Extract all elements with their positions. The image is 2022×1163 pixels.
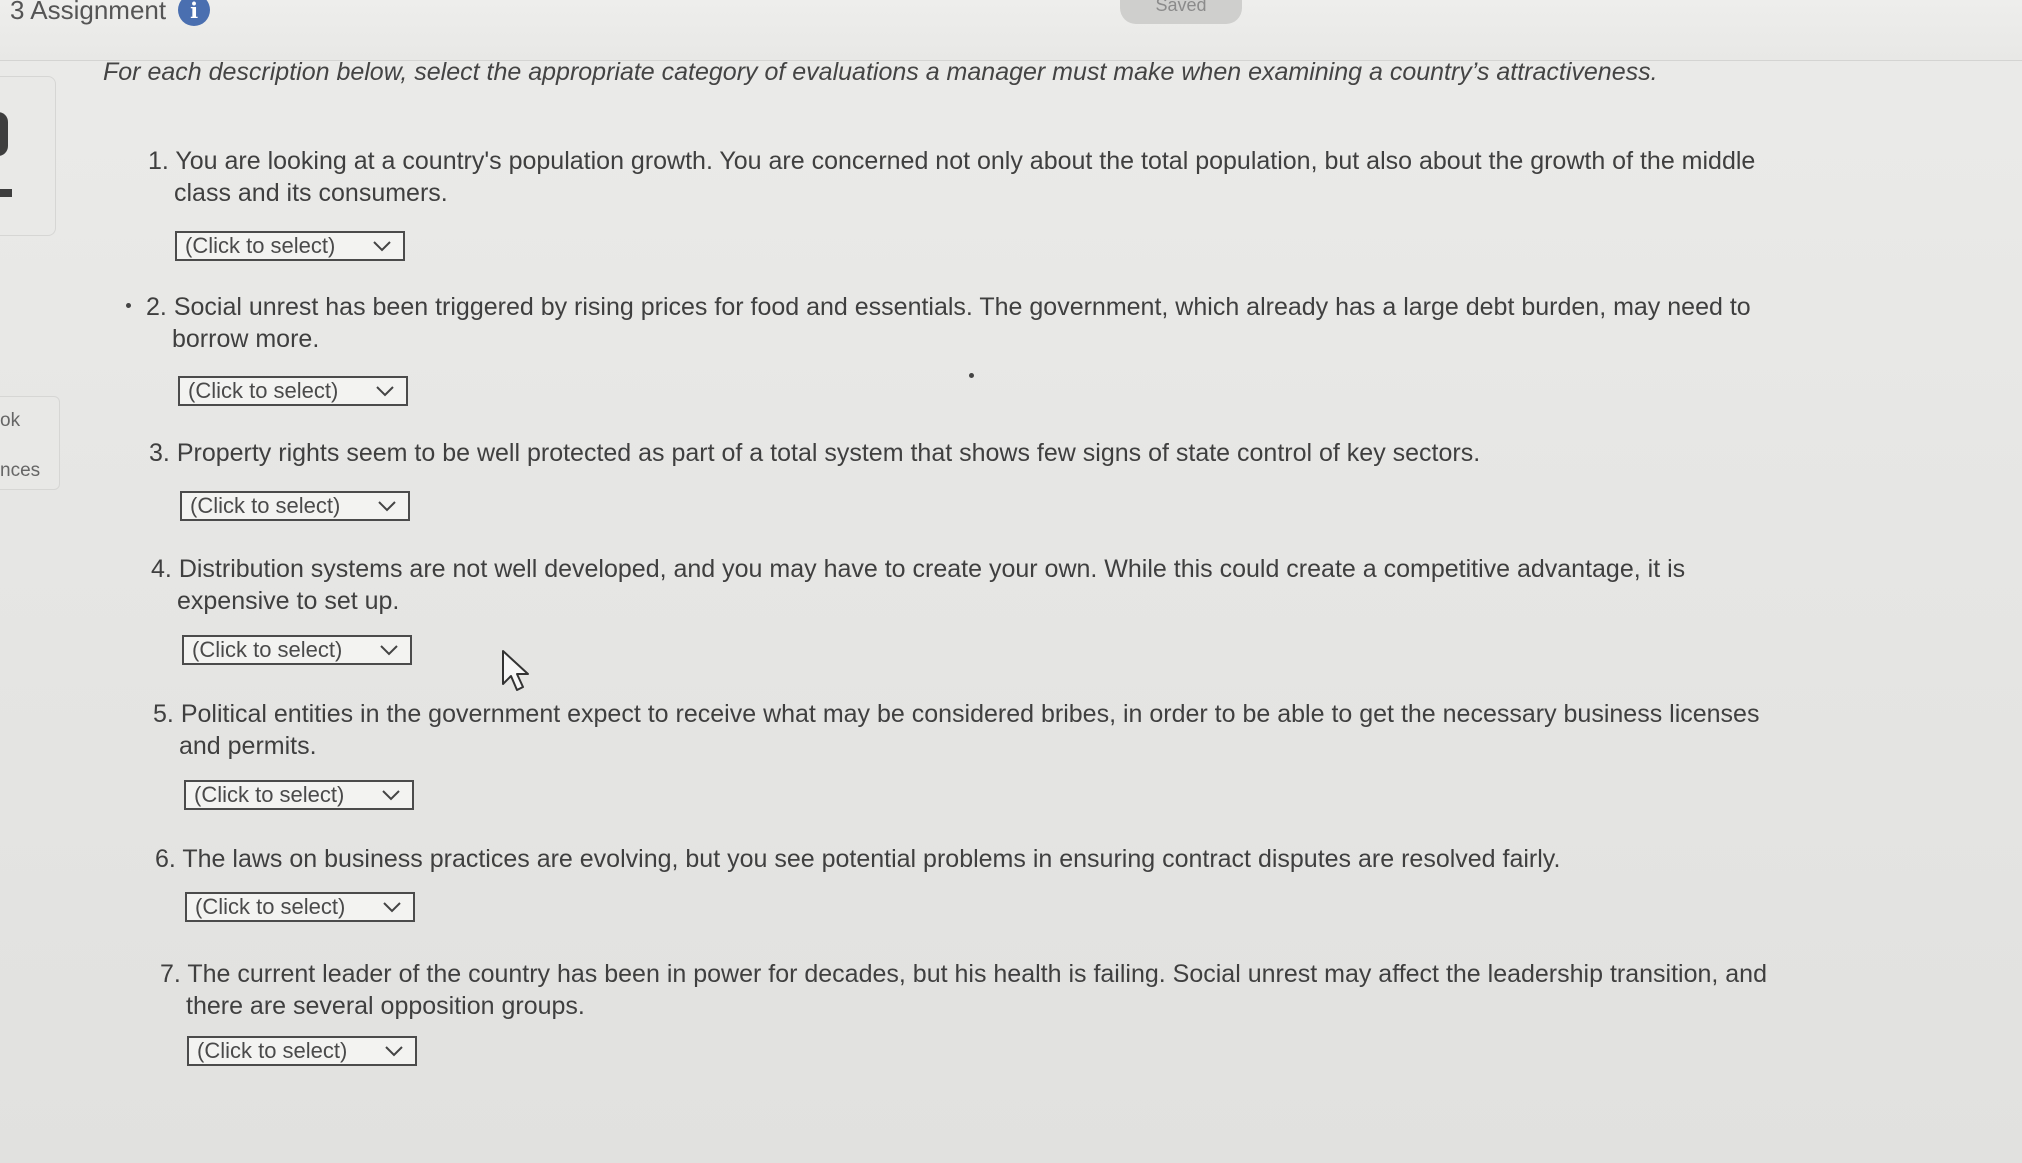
question-3-text: 3. Property rights seem to be well prote… [149,437,1789,469]
question-number: 3. [149,439,170,467]
instructions-text: For each description below, select the a… [103,58,1658,86]
question-1: 1. You are looking at a country's popula… [148,145,1788,209]
question-text: Distribution systems are not well develo… [177,555,1686,615]
question-2-select[interactable]: (Click to select) [178,376,408,406]
question-number: 5. [153,700,174,728]
question-text: You are looking at a country's populatio… [174,147,1756,207]
chevron-down-icon [380,645,398,656]
question-5-text: 5. Political entities in the government … [153,698,1793,762]
question-3: 3. Property rights seem to be well prote… [149,437,1789,469]
select-placeholder: (Click to select) [195,894,346,919]
stray-mark [126,303,131,308]
sidebar-toggle-handle[interactable] [0,112,8,156]
question-6-text: 6. The laws on business practices are ev… [155,843,1795,875]
info-icon[interactable]: i [178,0,211,26]
sidebar-item-ebook[interactable]: ok [0,410,20,432]
select-placeholder: (Click to select) [185,233,336,258]
assignment-title: 3 Assignment i [10,0,211,26]
question-number: 2. [146,293,167,321]
chevron-down-icon [383,902,401,913]
sidebar-item-references[interactable]: nces [0,460,40,482]
top-bar: 3 Assignment i Saved [0,0,2022,61]
chevron-down-icon [385,1046,403,1057]
question-text: The current leader of the country has be… [186,960,1767,1020]
select-placeholder: (Click to select) [194,782,345,807]
select-placeholder: (Click to select) [188,378,339,403]
question-1-select[interactable]: (Click to select) [175,231,405,261]
question-text: Political entities in the government exp… [179,700,1760,760]
question-3-select[interactable]: (Click to select) [180,491,410,521]
chevron-down-icon [378,501,396,512]
mouse-cursor-icon [502,650,529,691]
select-placeholder: (Click to select) [192,637,343,662]
question-2-text: 2. Social unrest has been triggered by r… [146,291,1786,355]
stray-mark [969,373,974,378]
question-4-text: 4. Distribution systems are not well dev… [151,553,1791,617]
question-2: 2. Social unrest has been triggered by r… [146,291,1786,355]
question-text: Property rights seem to be well protecte… [176,439,1481,467]
question-text: Social unrest has been triggered by risi… [172,293,1751,353]
assignment-title-text: 3 Assignment [10,0,167,25]
question-7-select[interactable]: (Click to select) [187,1036,417,1066]
saved-status-badge: Saved [1120,0,1242,24]
chevron-down-icon [382,790,400,801]
question-4-select[interactable]: (Click to select) [182,635,412,665]
question-number: 7. [160,960,181,988]
question-number: 4. [151,555,172,583]
question-number: 6. [155,845,176,873]
question-text: The laws on business practices are evolv… [182,845,1561,873]
sidebar-panel [0,76,56,236]
question-7-text: 7. The current leader of the country has… [160,958,1800,1022]
question-7: 7. The current leader of the country has… [160,958,1800,1022]
question-number: 1. [148,147,169,175]
question-6-select[interactable]: (Click to select) [185,892,415,922]
select-placeholder: (Click to select) [197,1038,348,1063]
chevron-down-icon [373,241,391,252]
sidebar-indicator [0,189,12,197]
question-5-select[interactable]: (Click to select) [184,780,414,810]
question-1-text: 1. You are looking at a country's popula… [148,145,1788,209]
question-6: 6. The laws on business practices are ev… [155,843,1795,875]
question-4: 4. Distribution systems are not well dev… [151,553,1791,617]
chevron-down-icon [376,386,394,397]
select-placeholder: (Click to select) [190,493,341,518]
question-5: 5. Political entities in the government … [153,698,1793,762]
